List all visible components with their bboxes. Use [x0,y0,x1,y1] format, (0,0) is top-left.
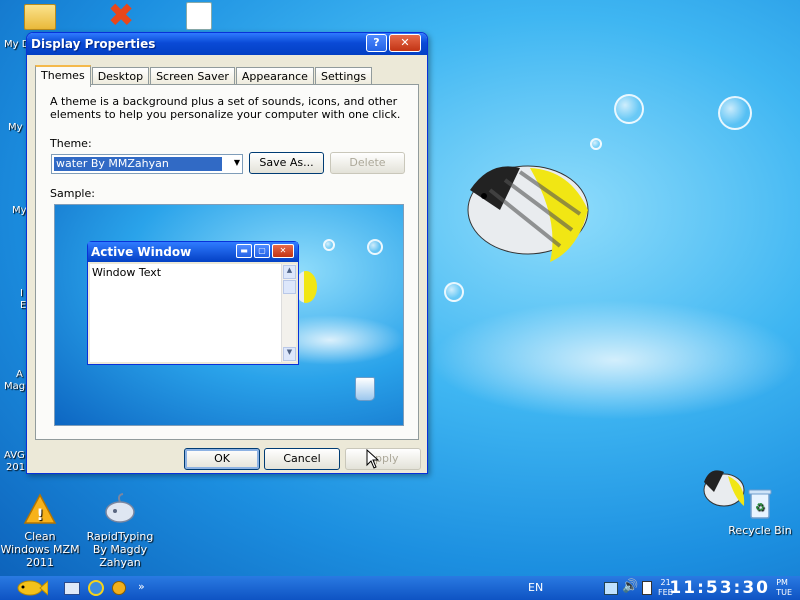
media-player-icon[interactable] [112,581,126,595]
window-title: Display Properties [31,37,156,51]
close-button[interactable]: ✕ [389,34,421,52]
desktop-icon-label: Recycle Bin [728,524,792,537]
theme-description: A theme is a background plus a set of so… [50,95,401,121]
maximize-icon: ▢ [254,244,270,258]
preview-active-window: Active Window ▬ ▢ ✕ Window Text ▲ ▼ [87,241,299,365]
typing-mouse-icon [105,493,135,523]
theme-select-value: water By MMZahyan [54,157,222,171]
volume-icon[interactable]: 🔊 [622,579,638,594]
clock-ampm: PM [776,578,788,587]
sample-label: Sample: [50,187,95,200]
taskbar: » EN 🔊 21 FEB 11:53:30 PM TUE [0,576,800,600]
themes-panel: A theme is a background plus a set of so… [35,84,419,440]
wallpaper-bubble [590,138,602,150]
desktop-icon-label-partial: My [8,122,23,133]
desktop-icon-recycle-bin[interactable]: ♻ Recycle Bin [720,486,800,537]
language-indicator[interactable]: EN [528,581,543,594]
recycle-bin-icon: ♻ [748,489,772,519]
desktop-icon-rapidtyping[interactable]: RapidTyping By Magdy Zahyan [80,492,160,569]
scroll-up-icon: ▲ [283,265,296,279]
ok-button[interactable]: OK [184,448,260,470]
delete-x-icon[interactable]: ✖ [104,0,138,31]
desktop-icon-clean-windows[interactable]: ! Clean Windows MZM 2011 [0,492,80,569]
preview-window-controls: ▬ ▢ ✕ [234,244,294,258]
warning-triangle-icon: ! [23,493,57,524]
preview-recycle-bin-icon [355,377,375,401]
desktop-icon-label-partial: A [16,369,23,380]
preview-bubble [367,239,383,255]
minimize-icon: ▬ [236,244,252,258]
desktop-icon-label-partial: Mag [4,381,26,392]
window-titlebar[interactable]: Display Properties ? ✕ [27,33,427,55]
preview-window-titlebar: Active Window ▬ ▢ ✕ [88,242,298,262]
network-icon[interactable] [604,582,618,595]
start-fish-icon[interactable] [14,578,48,598]
theme-preview: Active Window ▬ ▢ ✕ Window Text ▲ ▼ [54,204,404,426]
tray-clock[interactable]: 11:53:30 [669,578,770,598]
wallpaper-bubble [444,282,464,302]
preview-window-body: Window Text ▲ ▼ [90,264,296,362]
desktop-icon-label: RapidTyping By Magdy Zahyan [86,530,154,569]
preview-window-text: Window Text [92,266,162,279]
save-as-button[interactable]: Save As... [249,152,324,174]
desktop-icon-label-partial: I [20,288,23,299]
display-properties-window: Display Properties ? ✕ Themes Desktop Sc… [26,32,428,474]
wallpaper-butterflyfish [467,165,589,262]
theme-label: Theme: [50,137,92,150]
delete-button[interactable]: Delete [330,152,405,174]
theme-select[interactable]: water By MMZahyan ▼ [51,154,243,174]
wallpaper-bubble [614,94,644,124]
tab-themes[interactable]: Themes [35,65,91,87]
tray-ampm: PM TUE [776,578,792,598]
preview-scrollbar: ▲ ▼ [281,264,296,362]
wallpaper-water-splash [430,300,800,420]
help-button[interactable]: ? [366,34,387,52]
clock-weekday: TUE [776,588,792,597]
svg-text:♻: ♻ [755,501,765,514]
folder-icon[interactable] [24,4,56,30]
mouse-cursor-icon [366,449,380,469]
internet-explorer-icon[interactable] [88,580,104,596]
scroll-down-icon: ▼ [283,347,296,361]
cancel-button[interactable]: Cancel [264,448,340,470]
chevron-down-icon[interactable]: ▼ [234,158,240,167]
apply-button[interactable]: Apply [345,448,421,470]
svg-text:!: ! [36,505,43,524]
magnifier-document-icon[interactable] [186,2,212,30]
tab-strip: Themes Desktop Screen Saver Appearance S… [35,65,373,87]
quick-launch-more-button[interactable]: » [138,580,145,593]
scroll-thumb [283,280,296,294]
desktop-icon-label-partial: 201 [6,462,26,473]
wallpaper-bubble [718,96,752,130]
desktop-icon-label-partial: My [12,205,27,216]
desktop-icon-label-partial: AVG [4,450,25,461]
close-icon: ✕ [272,244,294,258]
desktop-icon-label: Clean Windows MZM 2011 [0,530,80,569]
show-desktop-icon[interactable] [64,582,80,595]
tray-app-icon[interactable] [642,581,652,595]
preview-window-title: Active Window [91,245,192,259]
preview-bubble [323,239,335,251]
